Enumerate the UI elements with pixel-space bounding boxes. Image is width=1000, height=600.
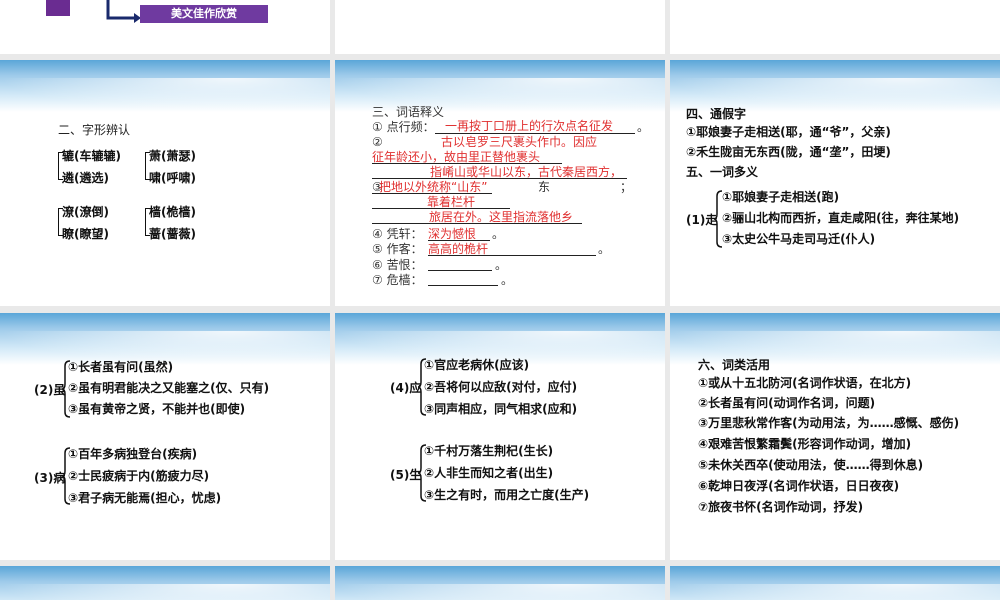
answer: 靠着栏杆	[427, 195, 476, 209]
term-fragment: 东	[538, 180, 551, 194]
answer: 一再按丁口册上的行次点名征发	[445, 119, 614, 133]
usage-item: ⑦旅夜书怀(名词作动词，抒发)	[698, 500, 864, 514]
answer-line	[372, 163, 562, 164]
word-head: (5)生	[390, 468, 422, 482]
answer: 旅居在外。这里指流落他乡	[429, 210, 574, 224]
end-mark: 。	[492, 227, 505, 241]
answer-line	[428, 240, 490, 241]
answer: 指崤山或华山以东，古代秦居西方，	[430, 165, 623, 179]
arrow-icon	[106, 0, 141, 23]
meaning-item: ①耶娘妻子走相送(跑)	[722, 190, 840, 204]
term-label: ⑦ 危樯：	[372, 273, 423, 287]
end-mark: 。	[495, 258, 508, 272]
purple-bar	[46, 0, 70, 16]
slide-2	[335, 0, 665, 54]
answer: 古以皂罗三尺裹头作巾。因应	[441, 135, 598, 149]
usage-item: ③万里悲秋常作客(为动用法，为……感慨、感伤)	[698, 416, 960, 430]
header-band	[670, 566, 1000, 600]
usage-item: ①或从十五北防河(名词作状语，在北方)	[698, 376, 912, 390]
char-item: 遴(遴选)	[62, 171, 109, 185]
term-label: ⑥ 苦恨：	[372, 258, 423, 272]
header-band	[335, 566, 665, 600]
header-band	[670, 60, 1000, 112]
answer-line	[372, 223, 582, 224]
section-title: 二、字形辨认	[58, 123, 131, 137]
slide-12	[670, 566, 1000, 600]
slide-7: (2)虽 ①长者虽有问(虽然) ②虽有明君能决之又能塞之(仅、只有) ③虽有黄帝…	[0, 313, 330, 560]
section-title: 四、通假字	[686, 107, 747, 121]
usage-item: ②长者虽有问(动词作名词，问题)	[698, 396, 876, 410]
meaning-item: ①百年多病独登台(疾病)	[68, 447, 198, 461]
answer-line	[372, 193, 492, 194]
brace	[713, 190, 723, 248]
term-label: ① 点行频：	[372, 120, 435, 134]
section-title: 三、词语释义	[372, 105, 445, 119]
answer-line	[428, 270, 492, 271]
answer: 深为憾恨	[428, 227, 477, 241]
answer-line	[428, 255, 596, 256]
end-mark: 。	[501, 273, 514, 287]
end-mark: ；	[620, 180, 633, 194]
slide-3	[670, 0, 1000, 54]
meaning-item: ①官应老病休(应该)	[424, 358, 530, 372]
meaning-item: ③生之有时，而用之亡度(生产)	[424, 488, 590, 502]
meaning-item: ①千村万落生荆杞(生长)	[424, 444, 554, 458]
meaning-item: ③同声相应，同气相求(应和)	[424, 402, 578, 416]
word-head: (1)走	[686, 213, 718, 227]
answer: 把地以外统称“山东”	[379, 180, 488, 194]
end-mark: 。	[598, 242, 611, 256]
char-item: 辘(车辘辘)	[62, 149, 121, 163]
meaning-item: ③君子病无能焉(担心，忧虑)	[68, 491, 222, 505]
meaning-item: ③虽有黄帝之贤，不能并也(即使)	[68, 402, 246, 416]
answer: 高高的桅杆	[428, 242, 489, 256]
char-item: 樯(桅樯)	[149, 205, 196, 219]
section-title: 六、词类活用	[698, 358, 771, 372]
slide-10	[0, 566, 330, 600]
word-head: (3)病	[34, 471, 66, 485]
meaning-item: ②士民疲病于内(筋疲力尽)	[68, 469, 210, 483]
slide-8: (4)应 ①官应老病休(应该) ②吾将何以应敌(对付，应付) ③同声相应，同气相…	[335, 313, 665, 560]
answer-line	[428, 285, 498, 286]
meaning-item: ②人非生而知之者(出生)	[424, 466, 554, 480]
meaning-item: ②虽有明君能决之又能塞之(仅、只有)	[68, 381, 270, 395]
usage-item: ⑤未休关西卒(使动用法，使……得到休息)	[698, 458, 924, 472]
meaning-item: ②骊山北构而西折，直走咸阳(往，奔往某地)	[722, 211, 960, 225]
slide-1: 美文佳作欣赏	[0, 0, 330, 54]
appreciation-button[interactable]: 美文佳作欣赏	[140, 5, 268, 23]
slide-4: 二、字形辨认 辘(车辘辘) 遴(遴选) 萧(萧瑟) 啸(呼啸) 潦(潦倒) 瞭(…	[0, 60, 330, 306]
slide-11	[335, 566, 665, 600]
usage-item: ⑥乾坤日夜浮(名词作状语，日日夜夜)	[698, 479, 900, 493]
answer-line	[435, 133, 635, 134]
answer-line	[372, 208, 510, 209]
slide-9: 六、词类活用 ①或从十五北防河(名词作状语，在北方) ②长者虽有问(动词作名词，…	[670, 313, 1000, 560]
word-head: (2)虽	[34, 383, 66, 397]
term-label: ⑤ 作客：	[372, 242, 423, 256]
meaning-item: ③太史公牛马走司马迁(仆人)	[722, 232, 876, 246]
answer-line	[372, 178, 627, 179]
item: ①耶娘妻子走相送(耶，通“爷”，父亲)	[686, 125, 891, 139]
char-item: 瞭(瞭望)	[62, 227, 109, 241]
term-label: ④ 凭轩：	[372, 227, 423, 241]
word-head: (4)应	[390, 381, 422, 395]
header-band	[0, 313, 330, 365]
slide-6: 四、通假字 ①耶娘妻子走相送(耶，通“爷”，父亲) ②禾生陇亩无东西(陇，通“垄…	[670, 60, 1000, 306]
meaning-item: ①长者虽有问(虽然)	[68, 360, 174, 374]
char-item: 蔷(蔷薇)	[149, 227, 196, 241]
char-item: 潦(潦倒)	[62, 205, 109, 219]
header-band	[0, 566, 330, 600]
char-item: 啸(呼啸)	[149, 171, 196, 185]
slide-5: 三、词语释义 ① 点行频： 一再按丁口册上的行次点名征发 。 ② 古以皂罗三尺裹…	[335, 60, 665, 306]
meaning-item: ②吾将何以应敌(对付，应付)	[424, 380, 578, 394]
usage-item: ④艰难苦恨繁霜鬓(形容词作动词，增加)	[698, 437, 912, 451]
end-mark: 。	[637, 120, 650, 134]
term-label: ②	[372, 135, 383, 149]
char-item: 萧(萧瑟)	[149, 149, 196, 163]
answer: 征年龄还小，故由里正替他裹头	[372, 150, 541, 164]
item: ②禾生陇亩无东西(陇，通“垄”，田埂)	[686, 145, 891, 159]
header-band	[0, 60, 330, 112]
section-title: 五、一词多义	[686, 165, 759, 179]
